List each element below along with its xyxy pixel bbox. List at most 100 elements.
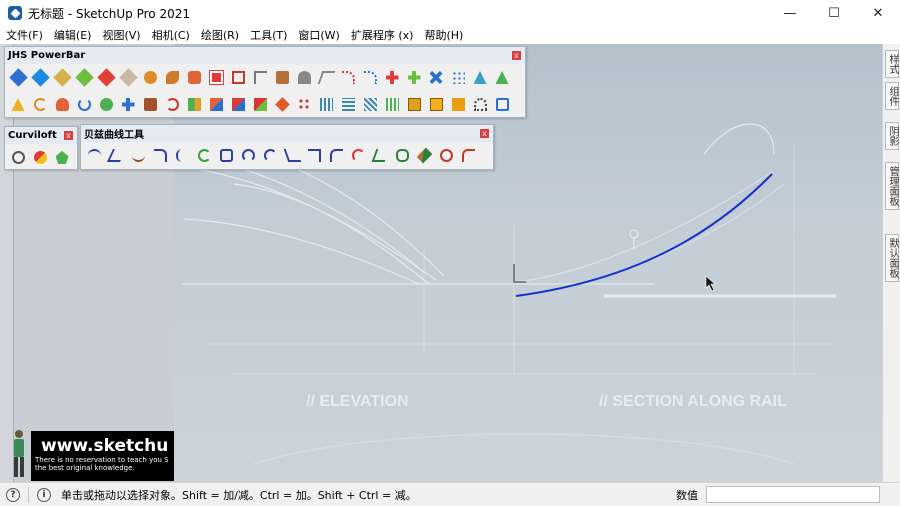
curviloft-header[interactable]: Curviloft x — [5, 127, 77, 144]
menu-file[interactable]: 文件(F) — [0, 27, 48, 43]
tray-tab-shadows[interactable]: 阴影 — [885, 122, 899, 150]
bezier-header[interactable]: 贝兹曲线工具 x — [81, 125, 493, 142]
tool-icon[interactable] — [117, 93, 139, 116]
tool-icon[interactable] — [425, 66, 447, 89]
tool-icon[interactable] — [95, 93, 117, 116]
tool-icon[interactable] — [315, 66, 337, 89]
tool-icon[interactable] — [117, 66, 139, 89]
menu-view[interactable]: 视图(V) — [96, 27, 145, 43]
tool-icon[interactable] — [139, 93, 161, 116]
polygon-curve-icon[interactable] — [391, 144, 413, 167]
polyline-curve-icon[interactable] — [105, 144, 127, 167]
tray-tab-components[interactable]: 组件 — [885, 82, 899, 110]
tool-icon[interactable] — [337, 66, 359, 89]
tool-icon[interactable] — [227, 93, 249, 116]
tool-icon[interactable] — [249, 93, 271, 116]
tool-icon[interactable] — [447, 66, 469, 89]
tool-icon[interactable] — [403, 66, 425, 89]
tool-icon[interactable] — [381, 66, 403, 89]
arc-curve-icon[interactable] — [193, 144, 215, 167]
status-message: 单击或拖动以选择对象。Shift = 加/减。Ctrl = 加。Shift + … — [61, 488, 417, 502]
blend-curve-icon[interactable] — [325, 144, 347, 167]
menu-edit[interactable]: 编辑(E) — [48, 27, 97, 43]
maximize-button[interactable]: ☐ — [812, 0, 856, 26]
curviloft-close-button[interactable]: x — [64, 131, 73, 140]
edit-curve-icon[interactable] — [413, 144, 435, 167]
tool-icon[interactable] — [337, 93, 359, 116]
menu-help[interactable]: 帮助(H) — [418, 27, 468, 43]
curviloft-row — [5, 144, 77, 171]
help-icon[interactable]: ? — [6, 487, 20, 502]
catmull-curve-icon[interactable] — [171, 144, 193, 167]
tool-icon[interactable] — [403, 93, 425, 116]
powerbar-close-button[interactable]: x — [512, 51, 521, 60]
section-label: // SECTION ALONG RAIL — [599, 393, 787, 410]
tool-icon[interactable] — [73, 66, 95, 89]
measurements-input[interactable] — [706, 486, 880, 503]
corner-curve-icon[interactable] — [303, 144, 325, 167]
tool-icon[interactable] — [95, 66, 117, 89]
tool-icon[interactable] — [491, 66, 513, 89]
tool-icon[interactable] — [425, 93, 447, 116]
tool-icon[interactable] — [381, 93, 403, 116]
bezier-curve-icon[interactable] — [83, 144, 105, 167]
rectangle-curve-icon[interactable] — [215, 144, 237, 167]
menu-extensions[interactable]: 扩展程序 (x) — [345, 27, 419, 43]
tool-icon[interactable] — [271, 93, 293, 116]
powerbar-row-1 — [5, 64, 525, 91]
arc-icon[interactable] — [259, 144, 281, 167]
triangle-icon[interactable] — [457, 144, 479, 167]
tool-icon[interactable] — [161, 66, 183, 89]
tray-tab-manage[interactable]: 管理面板 — [885, 162, 899, 210]
menu-window[interactable]: 窗口(W) — [292, 27, 344, 43]
divider-curve-icon[interactable] — [281, 144, 303, 167]
tool-icon[interactable] — [139, 66, 161, 89]
tool-icon[interactable] — [205, 93, 227, 116]
spiral-curve-icon[interactable] — [237, 144, 259, 167]
tray-tab-styles[interactable]: 样式 — [885, 50, 899, 78]
tool-icon[interactable] — [293, 66, 315, 89]
tool-icon[interactable] — [359, 93, 381, 116]
powerbar-header[interactable]: JHS PowerBar x — [5, 47, 525, 64]
tool-icon[interactable] — [51, 93, 73, 116]
tool-icon[interactable] — [29, 93, 51, 116]
menu-tools[interactable]: 工具(T) — [244, 27, 292, 43]
measurements-label: 数值 — [676, 489, 698, 502]
loft-along-path-icon[interactable] — [29, 146, 51, 169]
skinning-icon[interactable] — [51, 146, 73, 169]
loft-by-spline-icon[interactable] — [7, 146, 29, 169]
tool-icon[interactable] — [205, 66, 227, 89]
tool-icon[interactable] — [227, 66, 249, 89]
tool-icon[interactable] — [183, 93, 205, 116]
fspline-curve-icon[interactable] — [149, 144, 171, 167]
tool-icon[interactable] — [315, 93, 337, 116]
tool-icon[interactable] — [491, 93, 513, 116]
menu-draw[interactable]: 绘图(R) — [195, 27, 244, 43]
tray-tab-default[interactable]: 默认面板 — [885, 234, 899, 282]
info-icon[interactable]: i — [37, 487, 51, 502]
spline-curve-icon[interactable] — [127, 144, 149, 167]
bezier-close-button[interactable]: x — [480, 129, 489, 138]
tool-icon[interactable] — [469, 66, 491, 89]
close-button[interactable]: ✕ — [856, 0, 900, 26]
ellipse-icon[interactable] — [435, 144, 457, 167]
tool-icon[interactable] — [73, 93, 95, 116]
tool-icon[interactable] — [271, 66, 293, 89]
tool-icon[interactable] — [7, 66, 29, 89]
watermark-banner: www.sketchu There is no reservation to t… — [31, 431, 174, 481]
warning-icon[interactable] — [7, 93, 29, 116]
tool-icon[interactable] — [293, 93, 315, 116]
tool-icon[interactable] — [161, 93, 183, 116]
tool-icon[interactable] — [359, 66, 381, 89]
green-curve-icon[interactable] — [369, 144, 391, 167]
menu-camera[interactable]: 相机(C) — [146, 27, 195, 43]
tool-icon[interactable] — [29, 66, 51, 89]
window-controls: — ☐ ✕ — [768, 0, 900, 26]
red-arc-icon[interactable] — [347, 144, 369, 167]
minimize-button[interactable]: — — [768, 0, 812, 26]
tool-icon[interactable] — [249, 66, 271, 89]
tool-icon[interactable] — [447, 93, 469, 116]
tool-icon[interactable] — [183, 66, 205, 89]
tool-icon[interactable] — [469, 93, 491, 116]
tool-icon[interactable] — [51, 66, 73, 89]
